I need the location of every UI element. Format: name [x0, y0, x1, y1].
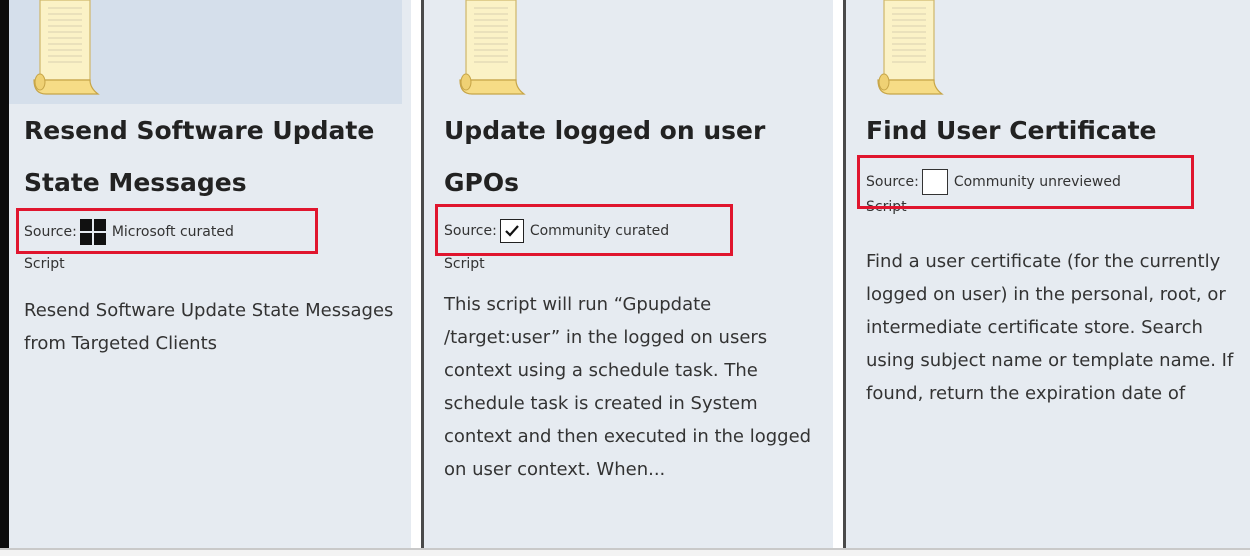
card-title[interactable]: Update logged on user GPOs: [444, 105, 824, 209]
card-type-label: Script: [24, 256, 65, 272]
bottom-border: [0, 548, 1250, 556]
card-title[interactable]: Resend Software Update State Messages: [24, 105, 404, 209]
script-card-update-logged-on-user-gpos[interactable]: Update logged on user GPOs Source: Commu…: [421, 0, 833, 548]
script-card-resend-software-update[interactable]: Resend Software Update State Messages So…: [9, 0, 411, 548]
card-description: Find a user certificate (for the current…: [866, 251, 1234, 404]
card-title[interactable]: Find User Certificate: [866, 105, 1246, 157]
script-card-find-user-certificate[interactable]: Find User Certificate Source: Community …: [843, 0, 1250, 548]
highlight-box: [857, 155, 1194, 209]
script-scroll-icon: [877, 0, 944, 95]
left-border: [0, 0, 9, 556]
card-type-label: Script: [444, 256, 485, 272]
script-scroll-icon: [33, 0, 100, 95]
script-scroll-icon: [459, 0, 526, 95]
highlight-box: [435, 204, 733, 256]
highlight-box: [16, 208, 318, 254]
card-description: Resend Software Update State Messages fr…: [24, 300, 394, 354]
card-description: This script will run “Gpupdate /target:u…: [444, 294, 812, 480]
